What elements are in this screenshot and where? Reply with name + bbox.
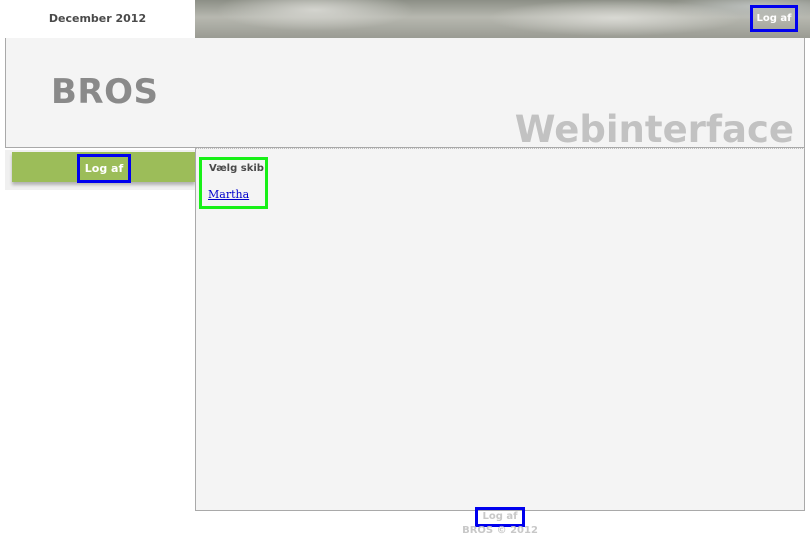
footer-logout-button[interactable]: Log af (475, 507, 525, 527)
site-subtitle: Webinterface (514, 108, 794, 151)
page-header: BROS Webinterface (5, 38, 805, 151)
sky-banner (195, 0, 810, 38)
footer-copyright: BROS © 2012 (462, 525, 538, 536)
brand-title: BROS (51, 72, 159, 112)
ship-link-martha[interactable]: Martha (208, 188, 249, 201)
main-content (195, 148, 805, 511)
date-label: December 2012 (48, 12, 147, 25)
ship-select-heading: Vælg skib (209, 163, 264, 174)
sidebar-logout-button[interactable]: Log af (77, 154, 131, 183)
top-logout-button[interactable]: Log af (750, 5, 798, 32)
